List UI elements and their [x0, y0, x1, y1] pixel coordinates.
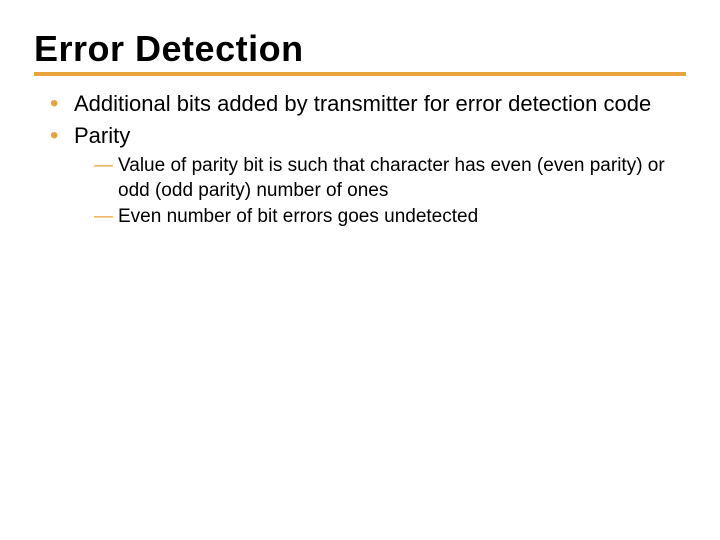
sub-item: Value of parity bit is such that charact… — [94, 154, 686, 203]
slide-title: Error Detection — [34, 28, 686, 70]
sub-text: Value of parity bit is such that charact… — [118, 155, 665, 200]
bullet-text: Additional bits added by transmitter for… — [74, 91, 651, 116]
sub-item: Even number of bit errors goes undetecte… — [94, 205, 686, 229]
title-underline: Error Detection — [34, 28, 686, 76]
sub-text: Even number of bit errors goes undetecte… — [118, 206, 478, 227]
slide: Error Detection Additional bits added by… — [0, 0, 720, 540]
bullet-list: Additional bits added by transmitter for… — [34, 90, 686, 229]
bullet-item: Parity Value of parity bit is such that … — [46, 122, 686, 229]
sub-list: Value of parity bit is such that charact… — [74, 154, 686, 229]
bullet-item: Additional bits added by transmitter for… — [46, 90, 686, 118]
bullet-text: Parity — [74, 123, 130, 148]
